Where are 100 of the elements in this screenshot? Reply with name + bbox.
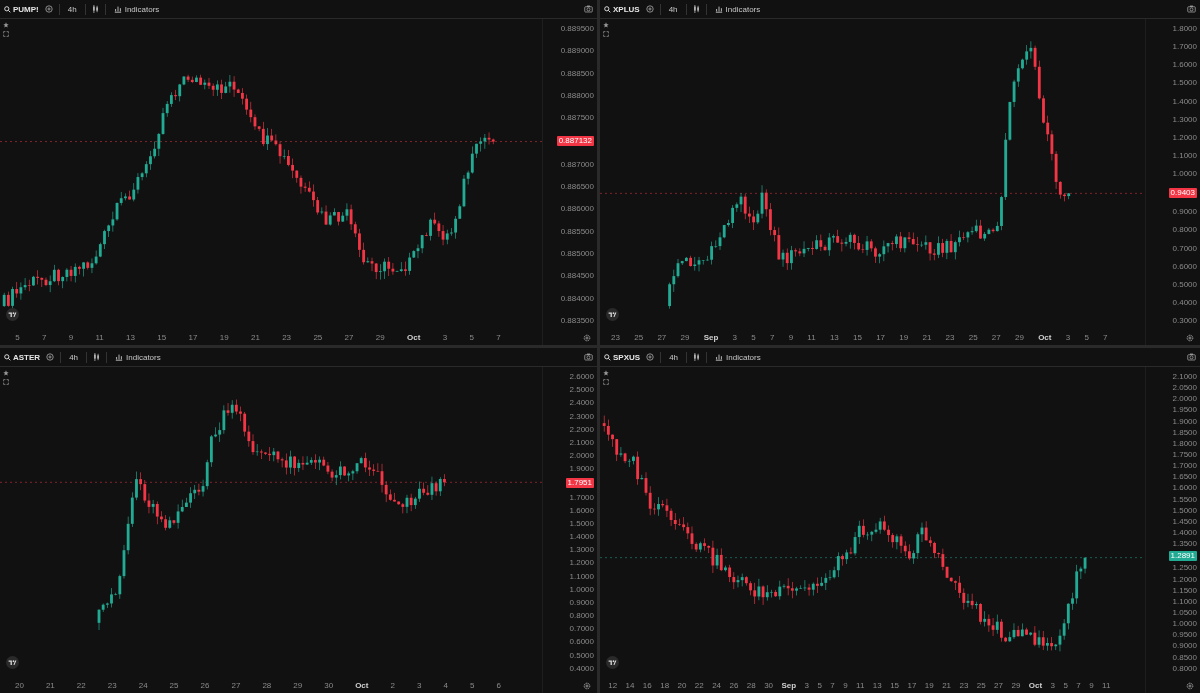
price-label: 0.4000: [569, 664, 594, 673]
symbol-search[interactable]: SPXUS: [604, 352, 641, 362]
expand-icon[interactable]: [603, 31, 609, 37]
snapshot-button[interactable]: [1187, 353, 1196, 361]
plus-circle-icon: [44, 5, 53, 13]
snapshot-button[interactable]: [584, 353, 593, 361]
expand-icon[interactable]: [3, 379, 9, 385]
time-label: 27: [344, 334, 354, 342]
chart-type-button[interactable]: [91, 5, 99, 13]
time-label: 25: [313, 334, 323, 342]
logo-icon[interactable]: [606, 656, 619, 669]
time-label: 29: [375, 334, 385, 342]
logo-icon[interactable]: [6, 308, 19, 321]
price-label: 0.889000: [560, 47, 594, 56]
time-label: 5: [15, 334, 20, 342]
time-label: 11: [807, 334, 816, 342]
price-label: 0.889500: [560, 25, 594, 33]
price-label: 1.7500: [1172, 451, 1197, 459]
price-label: 1.6000: [569, 506, 594, 515]
time-label: 23: [611, 334, 620, 342]
price-label: 1.9000: [569, 465, 594, 474]
price-label: 1.2000: [1172, 133, 1197, 142]
time-label: 25: [634, 334, 644, 342]
time-label: 5: [817, 682, 822, 690]
camera-icon: [1187, 353, 1196, 361]
price-label: 0.9000: [1172, 642, 1197, 651]
price-label: 1.5000: [1172, 79, 1197, 88]
time-label: 21: [922, 334, 932, 342]
logo-icon[interactable]: [6, 656, 19, 669]
time-label: 16: [642, 682, 652, 690]
price-label: 0.8500: [1172, 653, 1197, 662]
time-label: 26: [729, 682, 739, 690]
price-label: 2.2000: [569, 425, 594, 434]
time-label: 21: [942, 682, 952, 690]
price-label: 0.5000: [1172, 280, 1197, 289]
indicators-button[interactable]: Indicators: [113, 352, 163, 362]
snapshot-button[interactable]: [1187, 5, 1196, 13]
price-label: 1.8000: [1172, 25, 1197, 33]
symbol-search[interactable]: XPLUS: [604, 4, 640, 14]
price-label: 0.8000: [1172, 664, 1197, 673]
time-label: 7: [830, 682, 835, 690]
plus-circle-icon: [645, 5, 654, 13]
price-label: 1.2500: [1172, 564, 1197, 573]
time-label: 5: [1063, 682, 1068, 690]
time-label: 14: [625, 682, 635, 690]
star-icon[interactable]: [603, 22, 609, 28]
chart-type-button[interactable]: [93, 353, 101, 361]
indicators-icon: [715, 353, 724, 361]
settings-button[interactable]: [1186, 682, 1194, 690]
price-label: 1.3000: [569, 546, 594, 555]
add-symbol-button[interactable]: [46, 353, 55, 361]
settings-button[interactable]: [1186, 334, 1194, 342]
price-label: 1.0000: [569, 585, 594, 594]
logo-icon[interactable]: [606, 308, 619, 321]
interval-button[interactable]: 4h: [65, 4, 79, 14]
price-label: 2.0500: [1172, 384, 1197, 393]
price-label: 1.8000: [1172, 439, 1197, 448]
time-label: 23: [959, 682, 969, 690]
price-label: 1.3500: [1172, 540, 1197, 549]
time-label: 2: [390, 682, 395, 690]
add-symbol-button[interactable]: [645, 5, 654, 13]
add-symbol-button[interactable]: [646, 353, 655, 361]
settings-icon: [1186, 682, 1194, 690]
price-label: 0.886000: [560, 205, 594, 214]
star-icon[interactable]: [3, 22, 9, 28]
time-label: 29: [293, 682, 303, 690]
price-label: 0.6000: [1172, 262, 1197, 271]
time-label: 5: [469, 682, 475, 690]
time-label: 7: [1103, 334, 1108, 342]
symbol-search[interactable]: PUMP!: [4, 4, 39, 14]
time-label: 3: [732, 334, 738, 342]
time-label: 21: [250, 334, 260, 342]
time-label: 7: [496, 334, 501, 342]
settings-button[interactable]: [583, 334, 591, 342]
time-label: 5: [751, 334, 756, 342]
interval-button[interactable]: 4h: [667, 352, 681, 362]
star-icon[interactable]: [603, 370, 609, 376]
price-label: 2.1000: [1172, 373, 1197, 381]
snapshot-button[interactable]: [584, 5, 593, 13]
price-label: 0.886500: [560, 183, 594, 192]
interval-button[interactable]: 4h: [67, 352, 81, 362]
interval-button[interactable]: 4h: [666, 4, 680, 14]
price-label: 1.0000: [1172, 170, 1197, 178]
symbol-search[interactable]: ASTER: [4, 352, 41, 362]
chart-type-button[interactable]: [693, 353, 701, 361]
price-label: 1.4000: [569, 533, 594, 542]
time-label: 18: [660, 682, 670, 690]
settings-button[interactable]: [583, 682, 591, 690]
expand-icon[interactable]: [603, 379, 609, 385]
indicators-button[interactable]: Indicators: [111, 4, 162, 14]
price-label: 1.4000: [1172, 97, 1197, 106]
expand-icon[interactable]: [3, 31, 9, 37]
indicators-button[interactable]: Indicators: [713, 352, 763, 362]
star-icon[interactable]: [3, 370, 9, 376]
settings-icon: [583, 334, 591, 342]
chart-type-button[interactable]: [692, 5, 700, 13]
price-label: 1.2000: [569, 559, 594, 568]
add-symbol-button[interactable]: [44, 5, 53, 13]
indicators-button[interactable]: Indicators: [712, 4, 763, 14]
time-label: Sep: [781, 682, 797, 690]
